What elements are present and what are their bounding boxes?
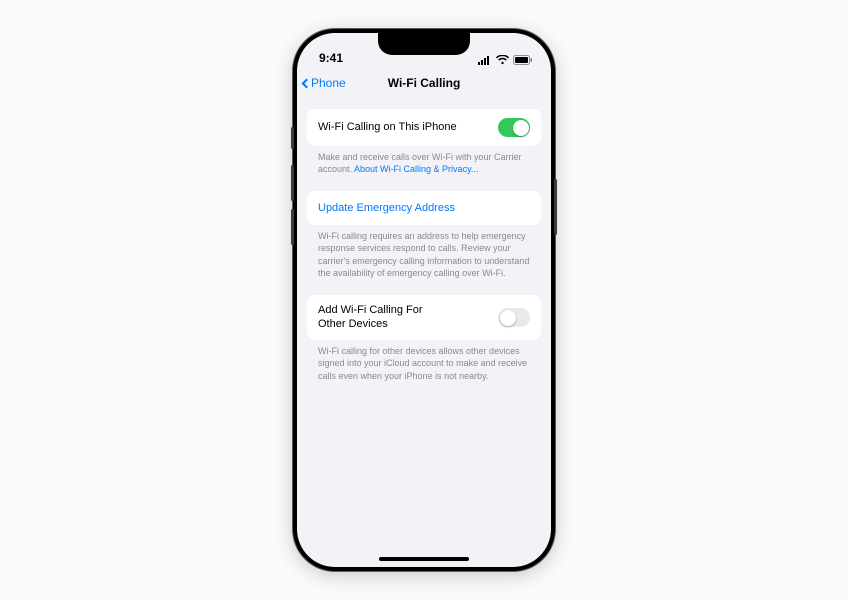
page-title: Wi-Fi Calling [388, 76, 461, 90]
status-time: 9:41 [319, 51, 343, 65]
update-emergency-address-row[interactable]: Update Emergency Address [307, 191, 541, 225]
wifi-calling-privacy-link[interactable]: About Wi-Fi Calling & Privacy... [354, 164, 478, 174]
home-indicator[interactable] [379, 557, 469, 561]
other-devices-toggle[interactable] [498, 308, 530, 327]
other-devices-footer: Wi-Fi calling for other devices allows o… [307, 340, 541, 381]
wifi-calling-footer: Make and receive calls over Wi-Fi with y… [307, 146, 541, 175]
wifi-calling-group: Wi-Fi Calling on This iPhone Make and re… [307, 109, 541, 175]
chevron-left-icon [302, 78, 312, 88]
notch [378, 33, 470, 55]
nav-bar: Phone Wi-Fi Calling [297, 67, 551, 99]
power-button [554, 179, 557, 235]
phone-frame: 9:41 Phone Wi-Fi Calling [293, 29, 555, 571]
status-right [478, 55, 533, 65]
update-emergency-address-label: Update Emergency Address [318, 202, 455, 214]
other-devices-group: Add Wi-Fi Calling For Other Devices Wi-F… [307, 295, 541, 382]
emergency-group: Update Emergency Address Wi-Fi calling r… [307, 191, 541, 279]
add-wifi-calling-other-devices-row[interactable]: Add Wi-Fi Calling For Other Devices [307, 295, 541, 341]
wifi-icon [496, 55, 509, 65]
settings-content: Wi-Fi Calling on This iPhone Make and re… [297, 99, 551, 382]
wifi-calling-toggle[interactable] [498, 118, 530, 137]
mute-switch [291, 127, 294, 149]
back-button[interactable]: Phone [303, 76, 346, 90]
back-label: Phone [311, 76, 346, 90]
phone-screen: 9:41 Phone Wi-Fi Calling [297, 33, 551, 567]
wifi-calling-this-iphone-row[interactable]: Wi-Fi Calling on This iPhone [307, 109, 541, 146]
wifi-calling-label: Wi-Fi Calling on This iPhone [318, 121, 457, 135]
other-devices-label: Add Wi-Fi Calling For Other Devices [318, 304, 448, 332]
volume-up-button [291, 165, 294, 201]
emergency-footer: Wi-Fi calling requires an address to hel… [307, 225, 541, 279]
volume-down-button [291, 209, 294, 245]
battery-icon [513, 55, 533, 65]
cellular-signal-icon [478, 55, 492, 65]
